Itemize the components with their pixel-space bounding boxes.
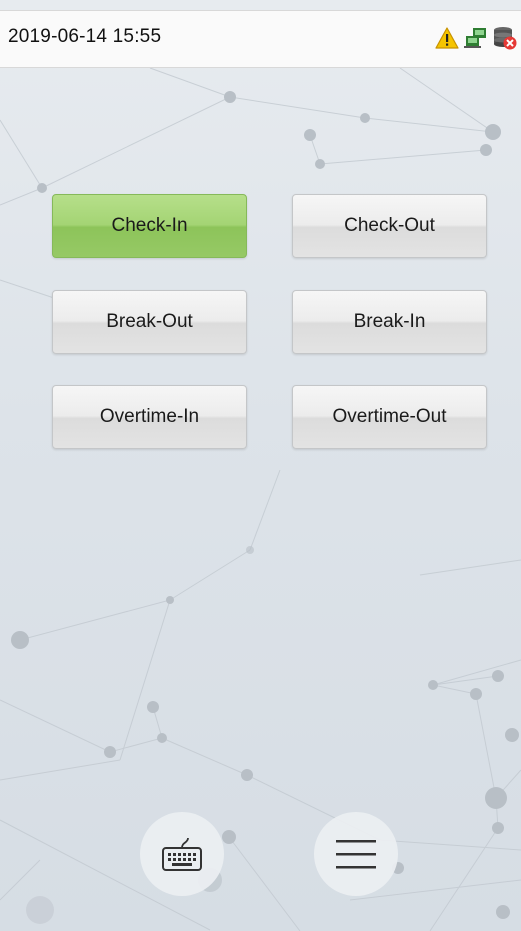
menu-button[interactable] bbox=[314, 812, 398, 896]
break-out-button[interactable]: Break-Out bbox=[52, 290, 247, 354]
network-background bbox=[0, 67, 521, 931]
overtime-out-button[interactable]: Overtime-Out bbox=[292, 385, 487, 449]
keyboard-button[interactable] bbox=[140, 812, 224, 896]
menu-icon bbox=[336, 840, 376, 869]
check-in-button[interactable]: Check-In bbox=[52, 194, 247, 258]
overtime-in-button[interactable]: Overtime-In bbox=[52, 385, 247, 449]
date-time: 2019-06-14 15:55 bbox=[8, 26, 162, 47]
check-out-button[interactable]: Check-Out bbox=[292, 194, 487, 258]
network-icon[interactable] bbox=[464, 27, 488, 49]
status-bar: 2019-06-14 15:55 bbox=[0, 10, 521, 68]
database-error-icon[interactable] bbox=[493, 26, 517, 50]
status-icons bbox=[435, 25, 517, 51]
break-in-button[interactable]: Break-In bbox=[292, 290, 487, 354]
attendance-screen: 2019-06-14 15:55 Check-In Check-Out Brea… bbox=[0, 0, 521, 931]
warning-icon[interactable] bbox=[435, 27, 459, 49]
keyboard-icon bbox=[162, 837, 202, 871]
